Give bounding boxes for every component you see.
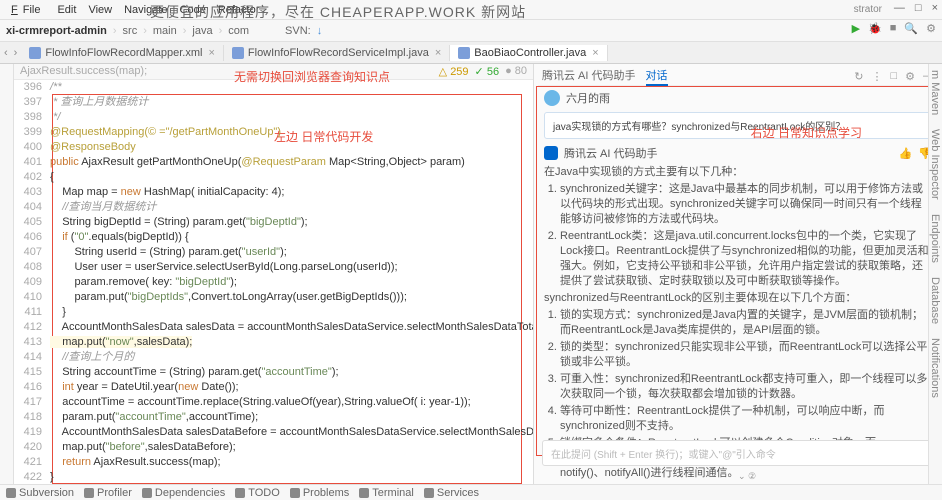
- tab-controller[interactable]: BaoBiaoController.java×: [450, 45, 607, 61]
- user-name: 六月的雨: [566, 90, 610, 106]
- svn-label: SVN:: [285, 25, 311, 37]
- java-file-icon: [458, 47, 470, 59]
- title-suffix: strator: [854, 4, 882, 15]
- chat-input[interactable]: 在此提问 (Shift + Enter 换行)；或键入"@"引入命令: [542, 440, 934, 466]
- menu-file[interactable]: FFile: [6, 3, 50, 17]
- hints-count[interactable]: ● 80: [505, 65, 527, 78]
- gear-icon[interactable]: ⚙: [905, 70, 915, 83]
- close-tab-icon[interactable]: ×: [592, 47, 598, 59]
- crumb-java[interactable]: java: [192, 25, 212, 37]
- ai-logo-icon: [544, 146, 558, 160]
- window-controls: — □ ×: [894, 2, 938, 14]
- line-gutter: 3963973983994004014024034044054064074084…: [14, 80, 46, 484]
- list-item: 锁的类型：synchronized只能实现非公平锁，而ReentrantLock…: [560, 340, 932, 370]
- status-profiler[interactable]: Profiler: [84, 487, 132, 499]
- panel-header: 腾讯云 AI 代码助手 对话 ↻ ⋮ □ ⚙ —: [538, 68, 938, 86]
- status-services[interactable]: Services: [424, 487, 479, 499]
- status-todo[interactable]: TODO: [235, 487, 280, 499]
- next-tab-icon[interactable]: ›: [14, 47, 18, 59]
- code-editor[interactable]: AjaxResult.success(map); △ 259 ✓ 56 ● 80…: [14, 64, 534, 484]
- project-name[interactable]: xi-crmreport-admin: [6, 25, 107, 37]
- warnings-count[interactable]: △ 259: [439, 65, 469, 78]
- notifications-tool[interactable]: Notifications: [929, 338, 942, 398]
- endpoints-tool[interactable]: Endpoints: [929, 214, 942, 263]
- list-item: 等待可中断性：ReentrantLock提供了一种机制，可以响应中断，而sync…: [560, 404, 932, 434]
- maximize-button[interactable]: □: [915, 2, 922, 14]
- pagination[interactable]: ⌄ ②: [738, 471, 756, 482]
- settings-icon[interactable]: ⚙: [926, 22, 936, 35]
- list-item: synchronized关键字：这是Java中最基本的同步机制，可以用于修饰方法…: [560, 182, 932, 227]
- ai-name: 腾讯云 AI 代码助手: [564, 145, 658, 161]
- inspector-tool[interactable]: Web Inspector: [929, 129, 942, 200]
- toolbar-right-icons: ▶ 🐞 ■ 🔍 ⚙: [852, 22, 936, 35]
- tab-mapper-xml[interactable]: FlowInfoFlowRecordMapper.xml×: [21, 45, 224, 61]
- crumb-main[interactable]: main: [153, 25, 177, 37]
- list-item: ReentrantLock类：这是java.util.concurrent.lo…: [560, 229, 932, 289]
- tab-service-impl[interactable]: FlowInfoFlowRecordServiceImpl.java×: [224, 45, 450, 61]
- ok-count[interactable]: ✓ 56: [475, 65, 500, 78]
- ai-message-header: 腾讯云 AI 代码助手 👍 👎: [544, 145, 932, 161]
- expand-icon[interactable]: □: [890, 70, 897, 83]
- note-right: 右边 日常知识点学习: [751, 124, 862, 141]
- crumb-com[interactable]: com: [228, 25, 249, 37]
- java-file-icon: [232, 47, 244, 59]
- debug-icon[interactable]: 🐞: [868, 22, 882, 35]
- promo-banner: 更便宜的应用程序，尽在 CHEAPERAPP.WORK 新网站: [150, 2, 526, 22]
- minimize-button[interactable]: —: [894, 2, 905, 14]
- status-dependencies[interactable]: Dependencies: [142, 487, 225, 499]
- panel-tab-chat[interactable]: 对话: [646, 67, 668, 86]
- close-tab-icon[interactable]: ×: [435, 47, 441, 59]
- user-message-header: 六月的雨: [538, 86, 938, 110]
- list-item: 锁的实现方式：synchronized是Java内置的关键字，是JVM层面的锁机…: [560, 308, 932, 338]
- refresh-icon[interactable]: ↻: [854, 70, 863, 83]
- maven-tool[interactable]: m Maven: [929, 70, 942, 115]
- stop-icon[interactable]: ■: [890, 22, 897, 35]
- status-bar: Subversion Profiler Dependencies TODO Pr…: [0, 484, 942, 500]
- ai-answer: 在Java中实现锁的方式主要有以下几种： synchronized关键字：这是J…: [544, 165, 932, 481]
- user-question: java实现锁的方式有哪些？synchronized与ReentrantLock…: [544, 112, 932, 139]
- database-tool[interactable]: Database: [929, 277, 942, 324]
- panel-tab-assistant[interactable]: 腾讯云 AI 代码助手: [542, 67, 636, 86]
- close-tab-icon[interactable]: ×: [208, 47, 214, 59]
- svn-update-icon[interactable]: ↓: [317, 25, 323, 37]
- status-subversion[interactable]: Subversion: [6, 487, 74, 499]
- more-icon[interactable]: ⋮: [871, 70, 882, 83]
- status-terminal[interactable]: Terminal: [359, 487, 414, 499]
- prev-tab-icon[interactable]: ‹: [4, 47, 8, 59]
- close-button[interactable]: ×: [932, 2, 938, 14]
- menu-view[interactable]: View: [83, 3, 117, 17]
- menu-edit[interactable]: Edit: [52, 3, 81, 17]
- run-icon[interactable]: ▶: [852, 22, 860, 35]
- ai-panel: 右边 日常知识点学习 腾讯云 AI 代码助手 对话 ↻ ⋮ □ ⚙ — 六月的雨…: [534, 64, 942, 484]
- thumbs-up-icon[interactable]: 👍: [899, 147, 913, 160]
- list-item: 可重入性：synchronized和ReentrantLock都支持可重入，即一…: [560, 372, 932, 402]
- code-content[interactable]: /** * 查询上月数据统计 */@RequestMapping(© ="/ge…: [50, 80, 533, 484]
- breadcrumb-toolbar: xi-crmreport-admin ›src ›main ›java ›com…: [0, 20, 942, 42]
- status-problems[interactable]: Problems: [290, 487, 349, 499]
- left-tool-strip[interactable]: [0, 64, 14, 484]
- user-avatar: [544, 90, 560, 106]
- search-icon[interactable]: 🔍: [904, 22, 918, 35]
- right-tool-strip: m Maven Web Inspector Endpoints Database…: [928, 64, 942, 484]
- xml-file-icon: [29, 47, 41, 59]
- crumb-src[interactable]: src: [123, 25, 138, 37]
- editor-tabs: ‹ › FlowInfoFlowRecordMapper.xml× FlowInf…: [0, 42, 942, 64]
